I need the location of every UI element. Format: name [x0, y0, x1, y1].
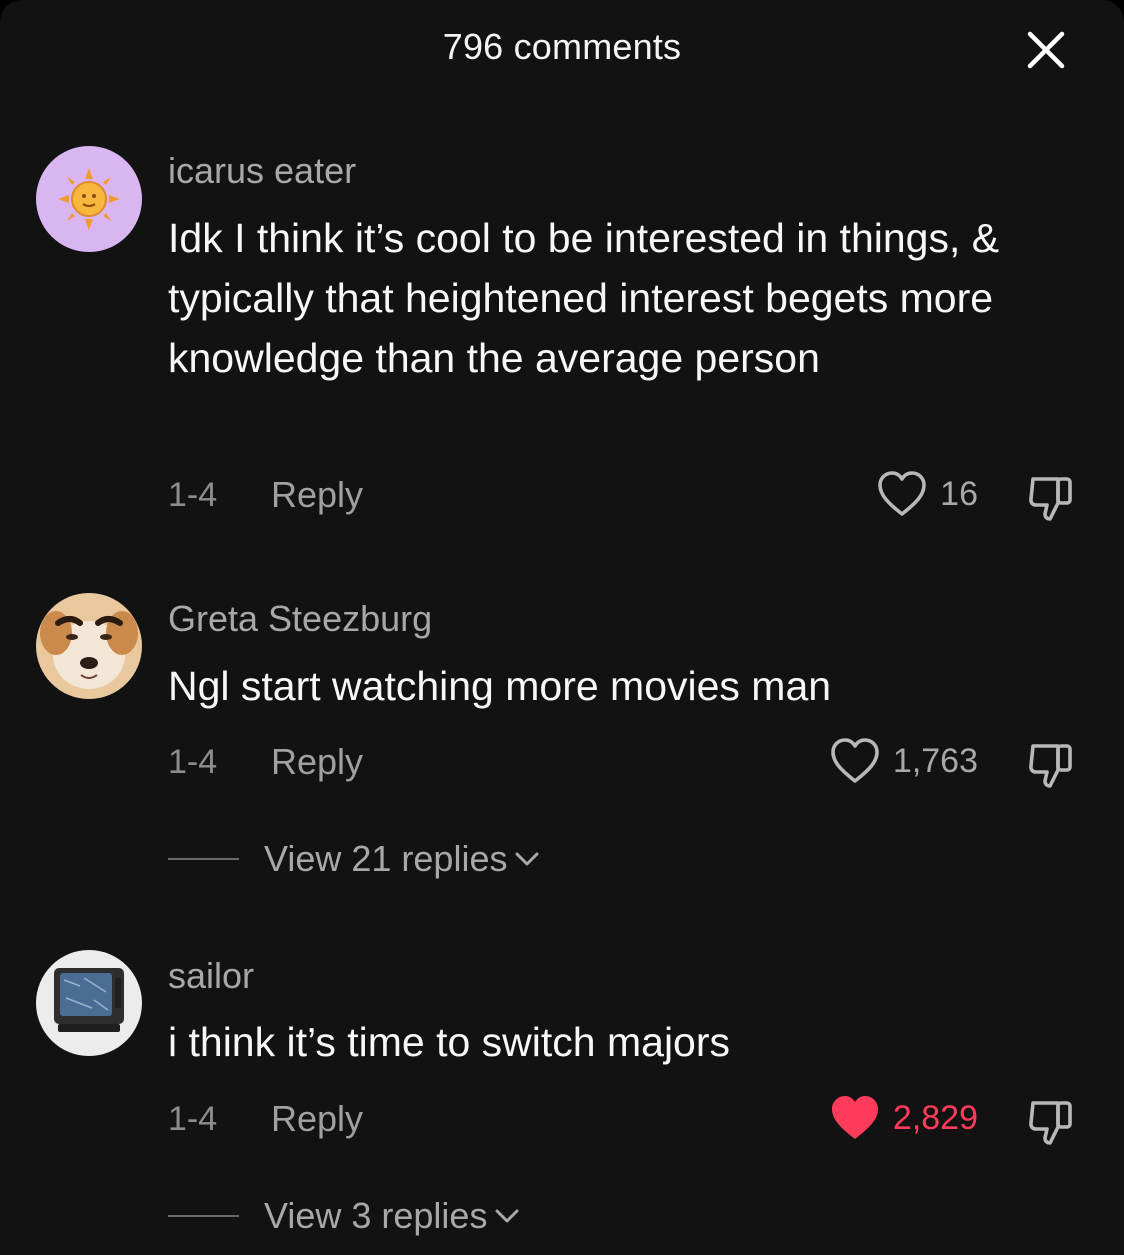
- dislike-button[interactable]: [1024, 470, 1080, 526]
- comment-text: Ngl start watching more movies man: [168, 663, 832, 709]
- comment-date: 1-4: [168, 476, 218, 514]
- dislike-button[interactable]: [1024, 1094, 1080, 1150]
- chevron-down-icon: [515, 852, 539, 866]
- comment-username[interactable]: sailor: [168, 955, 254, 997]
- view-replies-button[interactable]: View 21 replies: [168, 838, 541, 880]
- like-button[interactable]: 1,763: [829, 737, 978, 785]
- dog-avatar-image: [36, 593, 142, 699]
- like-count: 16: [940, 474, 978, 513]
- dislike-button[interactable]: [1024, 737, 1080, 793]
- replies-divider: [168, 858, 239, 860]
- view-replies-button[interactable]: View 3 replies: [168, 1195, 521, 1237]
- sun-avatar-image: [36, 146, 142, 252]
- like-count: 1,763: [892, 741, 978, 780]
- like-count: 2,829: [892, 1098, 978, 1137]
- avatar[interactable]: [36, 593, 142, 699]
- like-button[interactable]: 16: [876, 470, 978, 518]
- thumbs-down-icon: [1029, 1101, 1072, 1145]
- comment-username[interactable]: icarus eater: [168, 150, 356, 192]
- reply-button[interactable]: Reply: [271, 474, 363, 516]
- thumbs-down-icon: [1029, 477, 1072, 521]
- close-button[interactable]: [1018, 22, 1074, 78]
- avatar[interactable]: [36, 950, 142, 1056]
- reply-button[interactable]: Reply: [271, 741, 363, 783]
- comment-date: 1-4: [168, 743, 218, 781]
- chevron-down-icon: [495, 1209, 519, 1223]
- comments-count-title: 796 comments: [442, 26, 682, 67]
- like-button[interactable]: 2,829: [829, 1094, 978, 1142]
- heart-outline-icon: [878, 471, 926, 516]
- thumbs-down-icon: [1029, 744, 1072, 788]
- heart-outline-icon: [831, 738, 879, 783]
- heart-filled-icon: [831, 1096, 878, 1139]
- comment-text: i think it’s time to switch majors: [168, 1019, 731, 1065]
- comment-date: 1-4: [168, 1100, 218, 1138]
- tv-avatar-image: [36, 950, 142, 1056]
- comment-username[interactable]: Greta Steezburg: [168, 598, 432, 640]
- reply-button[interactable]: Reply: [271, 1098, 363, 1140]
- view-replies-label: View 3 replies: [264, 1195, 488, 1236]
- replies-divider: [168, 1215, 239, 1217]
- view-replies-label: View 21 replies: [264, 838, 508, 879]
- comments-sheet: 796 comments icarus eater Idk I think it…: [0, 0, 1124, 1255]
- avatar[interactable]: [36, 146, 142, 252]
- comment-text: Idk I think it’s cool to be interested i…: [168, 215, 1000, 381]
- close-icon: [1027, 31, 1065, 69]
